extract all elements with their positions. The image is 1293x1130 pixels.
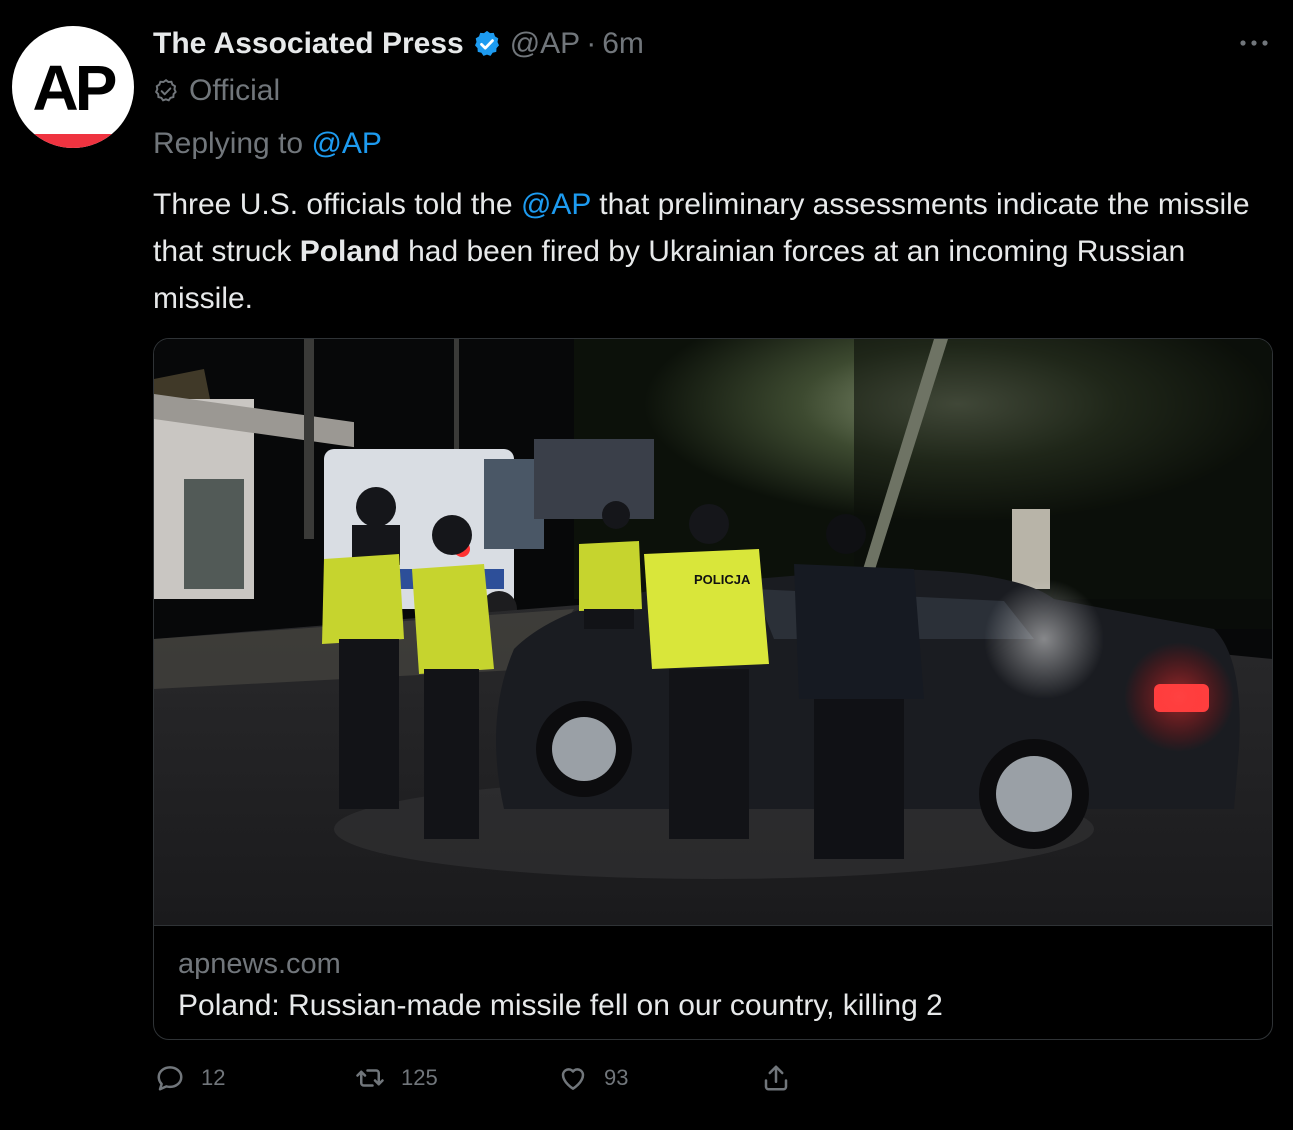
reply-count: 12	[201, 1065, 226, 1090]
tweet-text: Three U.S. officials told the @AP that p…	[153, 181, 1253, 322]
verified-badge-icon	[472, 29, 502, 59]
tweet-timestamp[interactable]: 6m	[602, 27, 644, 61]
card-image[interactable]: POLICJA	[154, 339, 1272, 925]
official-text: Official	[189, 74, 281, 107]
tweet-text-bold: Poland	[299, 235, 400, 268]
retweet-count: 125	[401, 1065, 438, 1090]
tweet-mention-link[interactable]: @AP	[521, 188, 591, 221]
like-button[interactable]: 93	[558, 1058, 628, 1098]
official-label: Official	[153, 72, 280, 110]
official-check-icon	[154, 78, 177, 102]
author-handle[interactable]: @AP	[510, 27, 580, 61]
tweet-text-part1: Three U.S. officials told the	[153, 188, 521, 221]
link-card[interactable]: POLICJA apnews.com Poland: Russian-made …	[153, 338, 1273, 1040]
share-icon	[764, 1065, 788, 1091]
replying-to: Replying to @AP	[153, 124, 382, 164]
card-domain: apnews.com	[178, 948, 341, 980]
avatar-logo-text: AP	[32, 52, 118, 124]
retweet-icon	[356, 1069, 384, 1087]
reply-button[interactable]: 12	[155, 1058, 225, 1098]
more-options-icon[interactable]	[1236, 28, 1272, 58]
tweet-header: The Associated Press @AP · 6m	[153, 24, 644, 64]
card-title[interactable]: Poland: Russian-made missile fell on our…	[178, 986, 943, 1026]
reply-icon	[157, 1066, 183, 1091]
card-meta[interactable]: apnews.com Poland: Russian-made missile …	[154, 925, 1272, 1039]
ap-avatar[interactable]: AP	[12, 26, 134, 148]
retweet-button[interactable]: 125	[355, 1058, 438, 1098]
author-name[interactable]: The Associated Press	[153, 27, 464, 61]
heart-icon	[561, 1068, 585, 1090]
replying-handle-link[interactable]: @AP	[311, 127, 381, 160]
card-image-vest-text: POLICJA	[694, 572, 751, 587]
like-count: 93	[604, 1065, 629, 1090]
action-bar: 12 125 93	[153, 1058, 1253, 1098]
avatar-red-stripe	[12, 134, 134, 148]
share-button[interactable]	[761, 1058, 807, 1098]
replying-prefix: Replying to	[153, 127, 304, 160]
separator-dot: ·	[586, 27, 597, 60]
